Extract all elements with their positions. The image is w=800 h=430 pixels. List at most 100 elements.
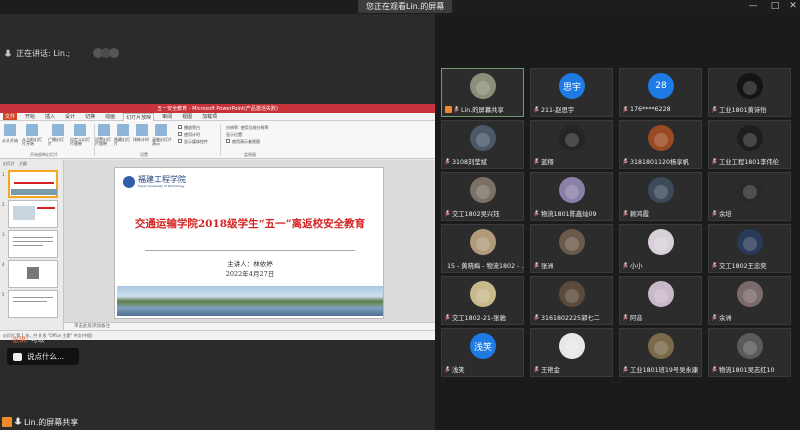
- avatar-photo: [737, 177, 763, 203]
- participant-tile[interactable]: 15 - 黄晓梅 - 物流1802 - ...: [441, 224, 524, 273]
- check-presenter-view[interactable]: [226, 139, 230, 143]
- mic-muted-icon: [623, 365, 628, 373]
- participant-tile[interactable]: 阿音: [619, 276, 702, 325]
- notes-pane[interactable]: 单击此处添加备注: [64, 322, 435, 330]
- setup-show-icon[interactable]: [98, 124, 110, 136]
- ppt-tab-insert[interactable]: 插入: [43, 113, 57, 120]
- ppt-tab-animations[interactable]: 动画: [103, 113, 117, 120]
- current-slide[interactable]: 福建工程学院 Fujian University of Technology 交…: [114, 167, 384, 319]
- participant-name: 交工1802王忠奕: [719, 262, 767, 270]
- mic-icon: [14, 417, 22, 425]
- participant-tile[interactable]: 交工1802-21-张驰: [441, 276, 524, 325]
- ribbon-from-beginning[interactable]: 从头开始: [2, 138, 18, 144]
- participant-name-row: 阿音: [623, 312, 643, 322]
- custom-show-icon[interactable]: [74, 124, 86, 136]
- slide-thumbnail-4[interactable]: [8, 260, 58, 288]
- participant-tile[interactable]: 王艳金: [530, 328, 613, 377]
- participant-tile[interactable]: 交工1802王忠奕: [708, 224, 791, 273]
- avatar-face: [565, 341, 579, 355]
- participant-tile[interactable]: 3161802225郭七二: [530, 276, 613, 325]
- ribbon-broadcast[interactable]: 广播幻灯片: [48, 138, 66, 146]
- participant-name: 余培: [719, 210, 732, 218]
- participant-tile[interactable]: Lin.的屏幕共享: [441, 68, 524, 117]
- participant-tile[interactable]: 工业1801黄诗怡: [708, 68, 791, 117]
- maximize-button[interactable]: □: [768, 1, 782, 12]
- participant-tile[interactable]: 浅笑 浅笑: [441, 328, 524, 377]
- ribbon-setup-show[interactable]: 设置幻灯片放映: [95, 138, 113, 146]
- mic-muted-icon: [534, 365, 539, 373]
- participant-tile[interactable]: 余培: [708, 172, 791, 221]
- participant-tile[interactable]: 小小: [619, 224, 702, 273]
- slide-thumbnail-3[interactable]: [8, 230, 58, 258]
- ppt-tab-addins[interactable]: 加载项: [200, 113, 219, 120]
- ribbon-custom-show[interactable]: 自定义幻灯片放映: [70, 138, 92, 146]
- avatar-photo: [559, 229, 585, 255]
- record-icon[interactable]: [155, 124, 167, 136]
- ppt-tab-slideshow[interactable]: 幻灯片放映: [123, 112, 155, 121]
- minimize-button[interactable]: —: [746, 1, 760, 12]
- participant-tile[interactable]: 物流1801吴志红10: [708, 328, 791, 377]
- participant-tile[interactable]: 28 176****6228: [619, 68, 702, 117]
- participant-name-row: 赖鸿霞: [623, 208, 649, 218]
- participant-tile[interactable]: 蓝翔: [530, 120, 613, 169]
- participant-tile[interactable]: 赖鸿霞: [619, 172, 702, 221]
- rehearse-icon[interactable]: [136, 124, 148, 136]
- from-beginning-icon[interactable]: [4, 124, 16, 136]
- speaking-indicator: 正在讲话: Lin.;: [4, 48, 70, 59]
- hide-slide-icon[interactable]: [117, 124, 129, 136]
- ppt-tab-review[interactable]: 审阅: [160, 113, 174, 120]
- broadcast-icon[interactable]: [52, 124, 64, 136]
- participant-tile[interactable]: 交工1802吴兴钰: [441, 172, 524, 221]
- participant-tile[interactable]: 3181801120杨享帆: [619, 120, 702, 169]
- avatar-photo: [737, 281, 763, 307]
- ribbon-hide-slide[interactable]: 隐藏幻灯片: [114, 138, 132, 146]
- avatar-face: [654, 289, 668, 303]
- participant-tile[interactable]: 物流1801陈鑫灿09: [530, 172, 613, 221]
- participant-tile[interactable]: 3108刘莹斌: [441, 120, 524, 169]
- check-timings[interactable]: [178, 132, 182, 136]
- avatar-photo: [559, 333, 585, 359]
- school-logo: 福建工程学院 Fujian University of Technology: [123, 176, 186, 188]
- ppt-tab-transitions[interactable]: 切换: [83, 113, 97, 120]
- slide-thumbnail-2[interactable]: [8, 200, 58, 228]
- participant-tile[interactable]: 工业1801班19号吴永康: [619, 328, 702, 377]
- watching-banner[interactable]: 您正在观看Lin.的屏幕: [358, 0, 453, 13]
- ppt-tab-home[interactable]: 开始: [23, 113, 37, 120]
- mic-muted-icon: [623, 157, 628, 165]
- participant-tile[interactable]: 工业工程1801李伟伦: [708, 120, 791, 169]
- participant-name: 物流1801吴志红10: [719, 366, 775, 374]
- monitor-select[interactable]: 显示位置:: [226, 132, 243, 138]
- ppt-tab-design[interactable]: 设计: [63, 113, 77, 120]
- slide-title: 交通运输学院2018级学生“五一”离返校安全教育: [134, 218, 366, 230]
- ribbon-record[interactable]: 录制幻灯片演示: [152, 138, 174, 146]
- ribbon-rehearse[interactable]: 排练计时: [133, 138, 151, 142]
- close-button[interactable]: ✕: [786, 1, 800, 12]
- ppt-tab-view[interactable]: 视图: [180, 113, 194, 120]
- participant-name-row: 交工1802王忠奕: [712, 260, 767, 270]
- participant-name: 15 - 黄晓梅 - 物流1802 - ...: [447, 262, 524, 270]
- thumb-tab-slides[interactable]: 幻灯片: [3, 161, 15, 167]
- participant-name-row: 3161802225郭七二: [534, 312, 600, 322]
- ribbon-separator: [220, 124, 221, 156]
- slide-thumbnail-1[interactable]: [8, 170, 58, 198]
- participant-tile[interactable]: 思宇 211-赵思宇: [530, 68, 613, 117]
- participant-name: 王艳金: [541, 366, 560, 374]
- resolution-select[interactable]: 分辨率: 使用当前分辨率: [226, 125, 269, 131]
- participant-name-row: 交工1802-21-张驰: [445, 312, 506, 322]
- thumb-tab-outline[interactable]: 大纲: [19, 161, 27, 167]
- ribbon-from-current[interactable]: 从当前幻灯片开始: [22, 138, 44, 146]
- mic-muted-icon: [445, 157, 450, 165]
- from-current-icon[interactable]: [26, 124, 38, 136]
- check-media-controls[interactable]: [178, 139, 182, 143]
- check-narrations[interactable]: [178, 125, 182, 129]
- ppt-tab-file[interactable]: 文件: [3, 113, 18, 120]
- participant-tile[interactable]: 余洲: [708, 276, 791, 325]
- avatar-initials: 思宇: [559, 73, 585, 99]
- avatar-face: [565, 133, 579, 147]
- slide-thumbnail-5[interactable]: [8, 290, 58, 318]
- participant-name: 工业1801黄诗怡: [719, 106, 767, 114]
- chat-input[interactable]: 说点什么...: [7, 348, 79, 365]
- mic-muted-icon: [534, 105, 539, 113]
- participant-tile[interactable]: 张洲: [530, 224, 613, 273]
- presenter-view-label: 使用演示者视图: [232, 139, 260, 144]
